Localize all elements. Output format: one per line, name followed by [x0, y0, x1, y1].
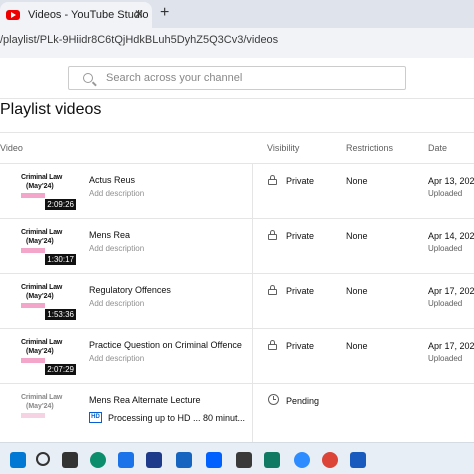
thumbnail-title: Criminal Law [21, 229, 63, 236]
duration-badge: 1:30:17 [45, 254, 76, 265]
thumbnail-subtitle: (May'24) [26, 238, 54, 245]
taskbar [0, 442, 474, 474]
address-bar[interactable]: /playlist/PLk-9Hiidr8C6tQjHdkBLuh5DyhZ5Q… [0, 28, 474, 58]
video-thumbnail[interactable]: Criminal Law (May'24) 1:53:36 [18, 282, 76, 320]
video-title[interactable]: Regulatory Offences [89, 285, 171, 295]
tab-title: Videos - YouTube Studio [28, 9, 149, 21]
search-placeholder: Search across your channel [106, 72, 243, 84]
table-row-pending[interactable]: Criminal Law (May'24) Mens Rea Alternate… [0, 384, 474, 442]
thumbnail-stripe [21, 248, 45, 253]
page-title: Playlist videos [0, 101, 102, 118]
table-row[interactable]: Criminal Law (May'24) 1:30:17 Mens Rea A… [0, 219, 474, 274]
table-row[interactable]: Criminal Law (May'24) 2:09:26 Actus Reus… [0, 164, 474, 219]
tab-strip: Videos - YouTube Studio ✕ + [0, 0, 474, 28]
column-header-visibility[interactable]: Visibility [267, 143, 299, 153]
thumbnail-title: Criminal Law [21, 174, 63, 181]
table-row[interactable]: Criminal Law (May'24) 2:07:29 Practice Q… [0, 329, 474, 384]
thumbnail-subtitle: (May'24) [26, 183, 54, 190]
visibility-value[interactable]: Private [286, 231, 314, 241]
thumbnail-subtitle: (May'24) [26, 403, 54, 410]
restrictions-value: None [346, 176, 368, 186]
search-icon[interactable] [36, 452, 50, 466]
restrictions-value: None [346, 286, 368, 296]
youtube-icon [6, 10, 20, 20]
column-header-date[interactable]: Date [428, 143, 447, 153]
column-divider [252, 219, 253, 273]
lock-icon [268, 285, 277, 295]
table-top-divider [0, 132, 474, 133]
lock-icon [268, 230, 277, 240]
file-explorer-icon[interactable] [62, 452, 78, 468]
date-status: Uploaded [428, 189, 463, 198]
edge-icon[interactable] [90, 452, 106, 468]
column-header-restrictions[interactable]: Restrictions [346, 143, 393, 153]
clock-icon [268, 394, 279, 405]
app-icon[interactable] [236, 452, 252, 468]
visibility-value[interactable]: Private [286, 341, 314, 351]
visibility-value: Pending [286, 396, 320, 406]
thumbnail-title: Criminal Law [21, 394, 63, 401]
video-thumbnail[interactable]: Criminal Law (May'24) [18, 392, 76, 430]
thumbnail-title: Criminal Law [21, 284, 63, 291]
date-status: Uploaded [428, 354, 463, 363]
calculator-icon[interactable] [146, 452, 162, 468]
lock-icon [268, 340, 277, 350]
close-tab-icon[interactable]: ✕ [134, 7, 144, 21]
browser-tab[interactable]: Videos - YouTube Studio ✕ [0, 2, 152, 28]
video-thumbnail[interactable]: Criminal Law (May'24) 2:07:29 [18, 337, 76, 375]
video-thumbnail[interactable]: Criminal Law (May'24) 2:09:26 [18, 172, 76, 210]
table-row[interactable]: Criminal Law (May'24) 1:53:36 Regulatory… [0, 274, 474, 329]
address-text[interactable]: /playlist/PLk-9Hiidr8C6tQjHdkBLuh5DyhZ5Q… [0, 34, 278, 46]
video-title[interactable]: Mens Rea Alternate Lecture [89, 395, 201, 405]
dropbox-icon[interactable] [206, 452, 222, 468]
video-description[interactable]: Add description [89, 354, 144, 363]
video-description[interactable]: Add description [89, 189, 144, 198]
app-icon[interactable] [264, 452, 280, 468]
video-title[interactable]: Actus Reus [89, 175, 135, 185]
column-divider [252, 384, 253, 442]
video-description[interactable]: Add description [89, 244, 144, 253]
thumbnail-stripe [21, 413, 45, 418]
thumbnail-subtitle: (May'24) [26, 348, 54, 355]
thumbnail-stripe [21, 358, 45, 363]
lock-icon [268, 175, 277, 185]
restrictions-value: None [346, 341, 368, 351]
thumbnail-title: Criminal Law [21, 339, 63, 346]
search-input[interactable]: Search across your channel [68, 66, 406, 90]
video-thumbnail[interactable]: Criminal Law (May'24) 1:30:17 [18, 227, 76, 265]
duration-badge: 2:07:29 [45, 364, 76, 375]
date-value: Apr 14, 2024 [428, 231, 474, 241]
restrictions-value: None [346, 231, 368, 241]
visibility-value[interactable]: Private [286, 176, 314, 186]
video-title[interactable]: Mens Rea [89, 230, 130, 240]
column-divider [252, 329, 253, 383]
video-title[interactable]: Practice Question on Criminal Offence [89, 340, 242, 350]
hd-badge-icon: HD [89, 412, 102, 423]
visibility-value[interactable]: Private [286, 286, 314, 296]
search-icon [83, 73, 93, 83]
video-description[interactable]: Add description [89, 299, 144, 308]
header-divider [0, 98, 474, 99]
zoom-icon[interactable] [294, 452, 310, 468]
thumbnail-stripe [21, 303, 45, 308]
windows-icon[interactable] [10, 452, 26, 468]
store-icon[interactable] [118, 452, 134, 468]
chrome-icon[interactable] [322, 452, 338, 468]
column-divider [252, 274, 253, 328]
date-value: Apr 13, 2024 [428, 176, 474, 186]
processing-status: Processing up to HD ... 80 minut... [108, 413, 246, 423]
duration-badge: 1:53:36 [45, 309, 76, 320]
mail-icon[interactable] [176, 452, 192, 468]
date-status: Uploaded [428, 299, 463, 308]
column-divider [252, 164, 253, 218]
column-header-video[interactable]: Video [0, 143, 23, 153]
duration-badge: 2:09:26 [45, 199, 76, 210]
new-tab-button[interactable]: + [160, 4, 169, 22]
word-icon[interactable] [350, 452, 366, 468]
thumbnail-subtitle: (May'24) [26, 293, 54, 300]
date-status: Uploaded [428, 244, 463, 253]
date-value: Apr 17, 2024 [428, 286, 474, 296]
date-value: Apr 17, 2024 [428, 341, 474, 351]
thumbnail-stripe [21, 193, 45, 198]
